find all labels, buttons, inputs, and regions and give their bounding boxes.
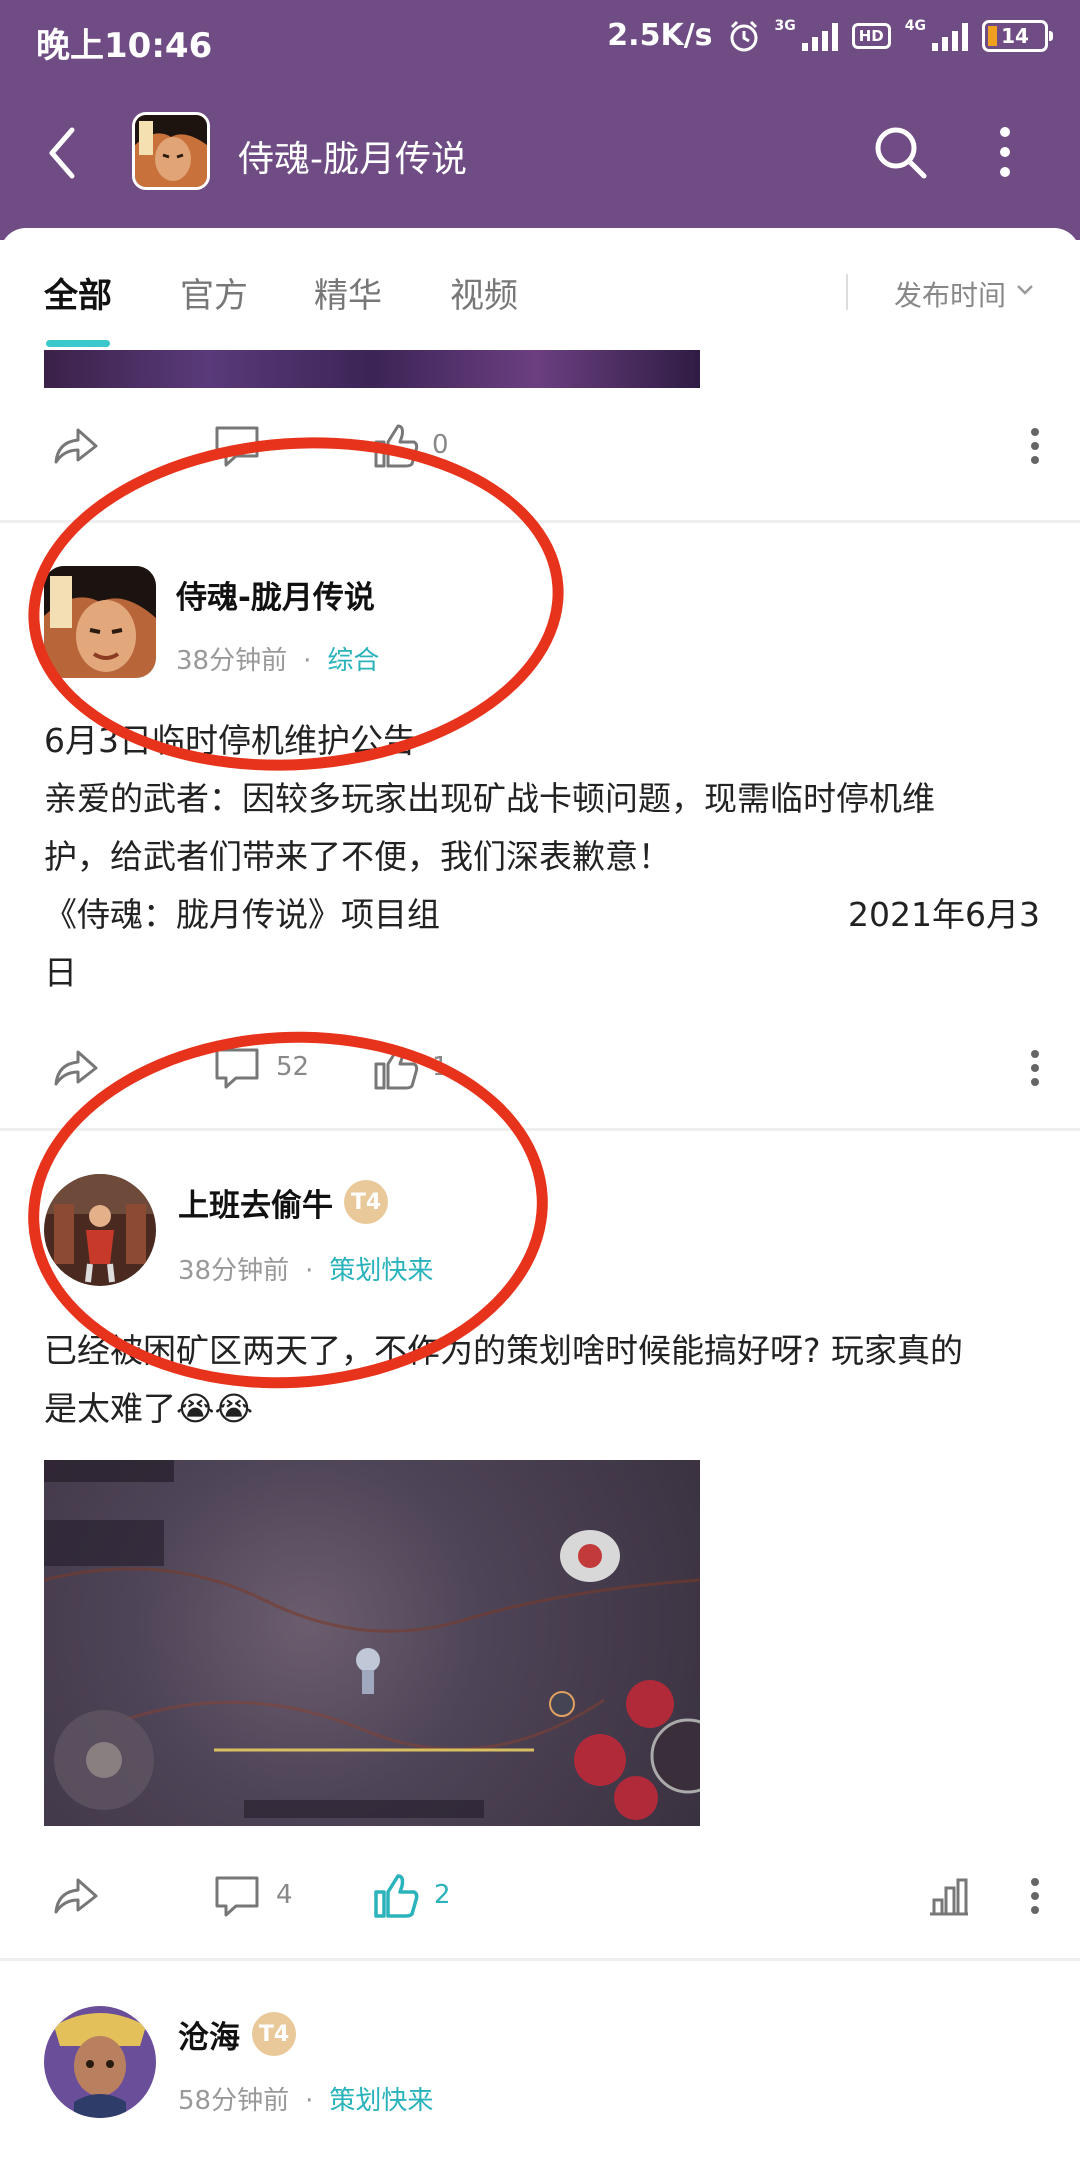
tab-all[interactable]: 全部 <box>44 268 112 317</box>
tab-video[interactable]: 视频 <box>450 268 518 317</box>
signal2-icon <box>932 21 968 51</box>
signal1-label: 3G <box>774 18 796 34</box>
hd-icon: HD <box>851 22 891 49</box>
chevron-down-icon[interactable] <box>1016 284 1034 296</box>
post-more-icon[interactable] <box>1030 1876 1040 1916</box>
like-icon-active[interactable] <box>372 1872 422 1920</box>
post-meta: 58分钟前 · 策划快来 <box>178 2080 433 2117</box>
post-author[interactable]: 沧海 <box>178 2012 240 2057</box>
signature-left: 《侍魂：胧月传说》项目组 <box>44 895 440 934</box>
signature-right: 2021年6月3 <box>848 895 1040 934</box>
alarm-icon <box>730 20 758 51</box>
share-icon[interactable] <box>50 1044 100 1092</box>
app-header: 侍魂-胧月传说 <box>0 78 1080 228</box>
app-icon[interactable] <box>132 112 210 190</box>
more-icon[interactable] <box>990 122 1020 182</box>
divider <box>0 1958 1080 1961</box>
meta-separator: · <box>305 2086 314 2116</box>
status-right: 2.5K/s 3G HD 4G 14 <box>607 18 1053 53</box>
signal2-label: 4G <box>904 18 926 34</box>
post-image[interactable] <box>44 1460 700 1826</box>
post-2-actions: 4 2 <box>0 1866 1080 1926</box>
post-signature: 《侍魂：胧月传说》项目组 2021年6月3 <box>44 886 1040 944</box>
post-line: 是太难了😭😭 <box>44 1389 254 1428</box>
post-line: 亲爱的武者：因较多玩家出现矿战卡顿问题，现需临时停机维 <box>44 779 935 818</box>
tab-featured[interactable]: 精华 <box>314 268 382 317</box>
top-bar: 晚上10:46 2.5K/s 3G HD 4G 14 侍魂-胧月传说 <box>0 0 1080 240</box>
level-badge: T4 <box>252 2012 296 2056</box>
share-icon[interactable] <box>50 422 100 470</box>
like-count: 2 <box>434 1880 451 1910</box>
stats-icon[interactable] <box>924 1872 974 1920</box>
header-title: 侍魂-胧月传说 <box>238 139 467 180</box>
tab-bar: 全部 官方 精华 视频 发布时间 <box>0 228 1080 348</box>
net-speed: 2.5K/s <box>607 18 713 53</box>
post-line: 日 <box>44 953 77 992</box>
comment-icon[interactable] <box>212 1872 262 1920</box>
status-time: 晚上10:46 <box>36 26 213 66</box>
status-bar: 晚上10:46 2.5K/s 3G HD 4G 14 <box>0 0 1080 78</box>
tab-official[interactable]: 官方 <box>180 268 248 317</box>
post-more-icon[interactable] <box>1030 426 1040 466</box>
battery-icon: 14 <box>982 19 1053 52</box>
search-icon[interactable] <box>870 122 930 182</box>
post-image-strip[interactable] <box>44 350 700 388</box>
tab-divider <box>846 274 848 310</box>
comment-count: 4 <box>276 1880 293 1910</box>
post-category[interactable]: 策划快来 <box>329 2086 433 2116</box>
post-time: 58分钟前 <box>178 2086 290 2116</box>
post-line: 护，给武者们带来了不便，我们深表歉意！ <box>44 837 671 876</box>
back-icon[interactable] <box>40 118 84 188</box>
sort-dropdown[interactable]: 发布时间 <box>894 274 1006 314</box>
post-more-icon[interactable] <box>1030 1048 1040 1088</box>
avatar[interactable] <box>44 2006 156 2118</box>
signal1-icon <box>801 21 838 51</box>
share-icon[interactable] <box>50 1872 100 1920</box>
battery-level: 14 <box>1001 23 1029 48</box>
tab-indicator <box>46 340 110 347</box>
